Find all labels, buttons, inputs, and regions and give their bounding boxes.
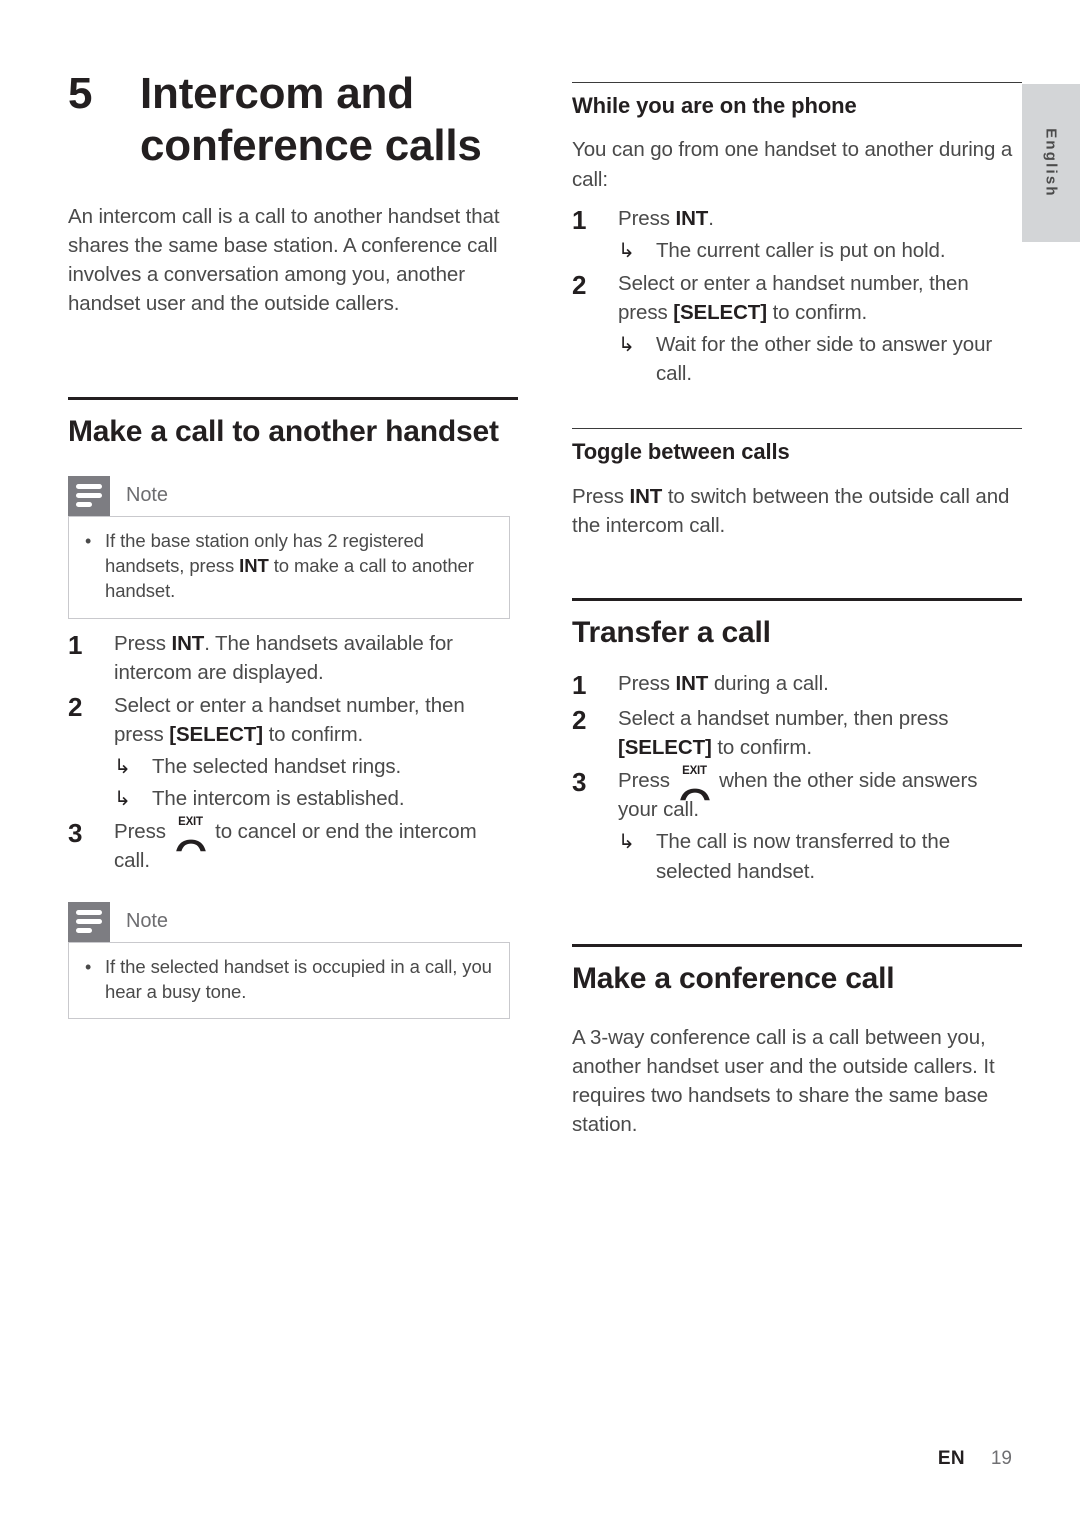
note-item-text: If the selected handset is occupied in a… — [105, 955, 492, 1002]
lines-note-icon — [68, 901, 110, 942]
page-footer: EN 19 — [0, 1448, 1012, 1470]
steps-transfer: 1 Press INT during a call. 2 Select a ha… — [572, 669, 1022, 886]
note-item-list: • If the selected handset is occupied in… — [85, 955, 493, 1005]
phone-hangup-exit-key-icon: EXIT — [678, 766, 712, 801]
step-text: Press EXIT to cancel or end the intercom… — [114, 816, 477, 873]
step-number: 3 — [68, 818, 83, 849]
step-item: 2 Select or enter a handset number, then… — [572, 269, 1022, 388]
subsection-heading-toggle: Toggle between calls — [572, 439, 790, 465]
step-number: 2 — [572, 269, 587, 300]
chapter-heading: Intercom and conference calls — [140, 69, 482, 170]
step-result: ↳ The intercom is established. — [114, 784, 518, 813]
result-text: The selected handset rings. — [152, 755, 402, 779]
step-text: Press EXIT when the other side answers y… — [618, 766, 1022, 885]
subsection-rule-phone — [572, 82, 1022, 83]
result-arrow-icon: ↳ — [114, 754, 131, 779]
subsection-body-toggle: Press INT to switch between the outside … — [572, 484, 1010, 537]
language-tab-label: English — [1042, 128, 1060, 198]
result-text: The intercom is established. — [152, 787, 405, 811]
bullet-icon: • — [85, 530, 92, 551]
result-arrow-icon: ↳ — [618, 332, 635, 357]
document-page: 5 Intercom and conference calls An inter… — [0, 0, 1080, 1527]
step-number: 1 — [68, 629, 83, 660]
note-header: Note — [68, 475, 510, 516]
result-text: Wait for the other side to answer your c… — [656, 333, 993, 386]
result-arrow-icon: ↳ — [618, 829, 635, 854]
step-item: 3 Press EXIT when the other side answers… — [572, 766, 1022, 885]
section-heading-conference: Make a conference call — [572, 961, 895, 995]
section-rule-transfer — [572, 597, 1022, 601]
section-heading-transfer: Transfer a call — [572, 615, 771, 649]
note-title: Note — [126, 910, 168, 933]
result-arrow-icon: ↳ — [114, 786, 131, 811]
step-number: 3 — [572, 767, 587, 798]
step-text: Press INT. The handsets available for in… — [114, 631, 453, 684]
step-text: Press INT. ↳ The current caller is put o… — [618, 204, 1022, 265]
step-text: Select a handset number, then press [SEL… — [618, 707, 949, 760]
steps-make-call: 1 Press INT. The handsets available for … — [68, 629, 518, 876]
language-side-tab: English — [1022, 84, 1080, 242]
note-header: Note — [68, 901, 510, 942]
note-body: • If the base station only has 2 registe… — [68, 515, 510, 619]
step-number: 1 — [572, 204, 587, 235]
step-item: 1 Press INT. The handsets available for … — [68, 629, 518, 687]
step-number: 2 — [572, 705, 587, 736]
chapter-number: 5 — [68, 69, 93, 118]
step-item: 1 Press INT during a call. — [572, 669, 1022, 700]
bullet-icon: • — [85, 956, 92, 977]
footer-locale: EN — [937, 1448, 965, 1469]
note-box-registered-handsets: Note • If the base station only has 2 re… — [68, 475, 510, 619]
right-column: While you are on the phone You can go fr… — [572, 0, 1022, 1139]
section-body-conference: A 3-way conference call is a call betwee… — [572, 1025, 995, 1137]
chapter-title-block: 5 Intercom and conference calls — [68, 0, 518, 172]
step-text: Press INT during a call. — [618, 671, 829, 695]
subsection-rule-toggle — [572, 428, 1022, 430]
footer-page-number: 19 — [990, 1448, 1012, 1469]
note-list-item: • If the base station only has 2 registe… — [85, 529, 493, 604]
note-item-list: • If the base station only has 2 registe… — [85, 529, 493, 604]
step-text: Select or enter a handset number, then p… — [114, 691, 518, 813]
section-heading-make-call: Make a call to another handset — [68, 414, 499, 448]
note-item-text: If the base station only has 2 registere… — [105, 529, 474, 601]
note-list-item: • If the selected handset is occupied in… — [85, 955, 493, 1005]
result-text: The call is now transferred to the selec… — [656, 830, 950, 883]
lines-note-icon — [68, 475, 110, 516]
step-result: ↳ Wait for the other side to answer your… — [618, 330, 1022, 388]
step-result: ↳ The current caller is put on hold. — [618, 236, 1022, 265]
section-rule-conference — [572, 943, 1022, 947]
step-item: 3 Press EXIT to cancel or end the interc… — [68, 817, 518, 875]
chapter-intro-paragraph: An intercom call is a call to another ha… — [68, 204, 500, 316]
step-item: 2 Select or enter a handset number, then… — [68, 691, 518, 813]
result-arrow-icon: ↳ — [618, 237, 635, 262]
left-column: 5 Intercom and conference calls An inter… — [68, 0, 518, 1020]
step-item: 1 Press INT. ↳ The current caller is put… — [572, 204, 1022, 265]
step-result: ↳ The selected handset rings. — [114, 752, 518, 781]
step-number: 2 — [68, 691, 83, 722]
section-rule-make-call — [68, 396, 518, 400]
note-box-busy-tone: Note • If the selected handset is occupi… — [68, 901, 510, 1020]
subsection-heading-while-on-phone: While you are on the phone — [572, 93, 857, 118]
note-title: Note — [126, 484, 168, 507]
phone-hangup-exit-key-icon: EXIT — [174, 817, 208, 852]
subsection-body-while-on-phone: You can go from one handset to another d… — [572, 138, 1013, 191]
step-result: ↳ The call is now transferred to the sel… — [618, 827, 1022, 885]
step-number: 1 — [572, 669, 587, 700]
note-body: • If the selected handset is occupied in… — [68, 941, 510, 1020]
step-text: Select or enter a handset number, then p… — [618, 269, 1022, 388]
steps-while-on-phone: 1 Press INT. ↳ The current caller is put… — [572, 204, 1022, 389]
step-item: 2 Select a handset number, then press [S… — [572, 704, 1022, 762]
result-text: The current caller is put on hold. — [656, 238, 946, 262]
